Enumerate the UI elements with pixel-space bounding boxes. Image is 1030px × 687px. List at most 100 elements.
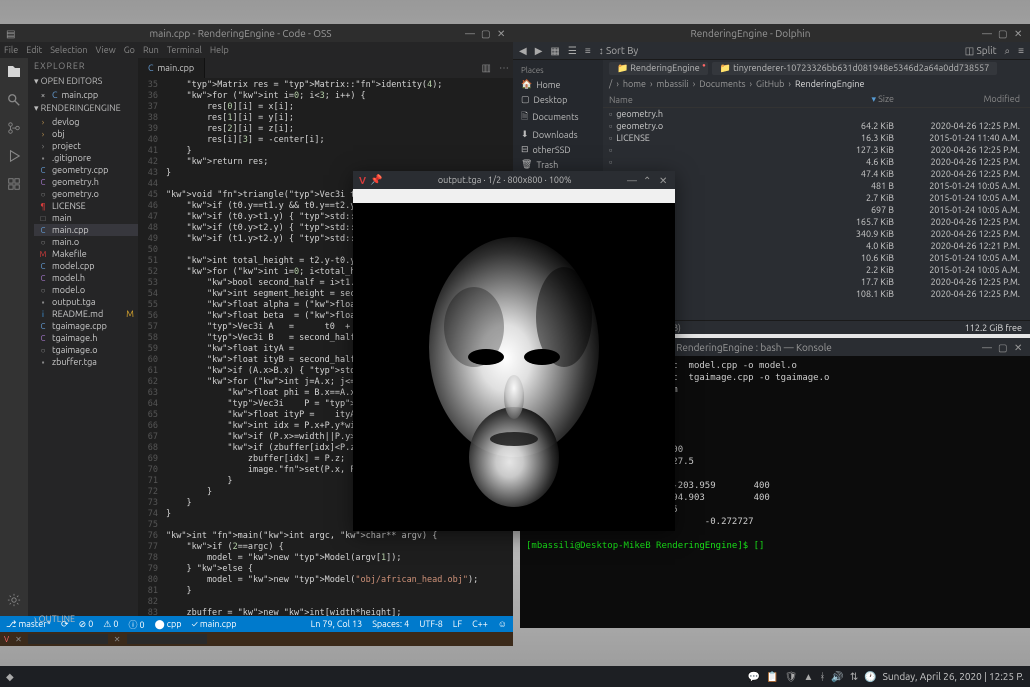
- cursor-position[interactable]: Ln 79, Col 13: [311, 619, 363, 629]
- close-icon[interactable]: ✕: [1014, 342, 1024, 352]
- file-row[interactable]: ▫LICENSE16.3 KiB2015-01-24 11:40 A.M.: [603, 132, 1030, 144]
- tray-up-icon[interactable]: ▲: [803, 671, 813, 683]
- find-input-2[interactable]: [127, 634, 207, 644]
- minimize-icon[interactable]: —: [982, 28, 992, 38]
- maximize-icon[interactable]: ⌃: [643, 175, 653, 185]
- menu-run[interactable]: Run: [143, 45, 159, 55]
- image-viewer-window[interactable]: V 📌 output.tga · 1/2 · 800x800 · 100% — …: [353, 171, 675, 531]
- maximize-icon[interactable]: ▢: [481, 28, 491, 38]
- tree-item[interactable]: ○tgaimage.o: [34, 344, 138, 356]
- crumb-docs[interactable]: Documents: [699, 79, 745, 89]
- tree-item[interactable]: Ctgaimage.cpp: [34, 320, 138, 332]
- encoding[interactable]: UTF-8: [419, 619, 443, 629]
- menu-view[interactable]: View: [96, 45, 116, 55]
- file-row[interactable]: ▫127.3 KiB2020-04-26 12:25 P.M.: [603, 144, 1030, 156]
- tray-shield-icon[interactable]: 🛡: [785, 671, 798, 683]
- find-input-1[interactable]: [28, 634, 108, 644]
- tree-item[interactable]: Cmain.cpp: [34, 224, 138, 236]
- crumb-current[interactable]: RenderingEngine: [795, 79, 865, 89]
- tree-item[interactable]: iREADME.mdM: [34, 308, 138, 320]
- tab-close-icon[interactable]: ●: [702, 62, 706, 69]
- col-size-header[interactable]: ▾ Size: [834, 94, 894, 105]
- tab-main-cpp[interactable]: Cmain.cpp: [138, 58, 205, 78]
- forward-icon[interactable]: ▶: [535, 45, 543, 57]
- tree-item[interactable]: Ctgaimage.h: [34, 332, 138, 344]
- tree-item[interactable]: ▪.gitignore: [34, 152, 138, 164]
- taskbar-clock[interactable]: Sunday, April 26, 2020 | 12:25 P.: [883, 671, 1024, 682]
- place-trash[interactable]: 🗑 Trash: [513, 157, 603, 172]
- place-otherssd[interactable]: ⊟ otherSSD: [513, 142, 603, 157]
- file-row[interactable]: ▫geometry.h: [603, 108, 1030, 120]
- split-icon[interactable]: ◫ Split: [965, 45, 997, 57]
- tree-item[interactable]: ¶LICENSE: [34, 200, 138, 212]
- tray-volume-icon[interactable]: 🔊: [831, 671, 843, 683]
- sort-button[interactable]: ↕ Sort By: [599, 45, 639, 57]
- more-actions-icon[interactable]: ⋯: [495, 62, 513, 74]
- maximize-icon[interactable]: ▢: [998, 342, 1008, 352]
- minimize-icon[interactable]: —: [465, 28, 475, 38]
- tree-item[interactable]: ›obj: [34, 128, 138, 140]
- col-name-header[interactable]: Name: [609, 94, 834, 105]
- col-mod-header[interactable]: Modified: [894, 94, 1024, 105]
- tray-network-icon[interactable]: ⇅: [850, 671, 858, 683]
- extensions-icon[interactable]: [6, 176, 22, 192]
- explorer-icon[interactable]: [6, 64, 22, 80]
- close-icon[interactable]: ✕: [659, 175, 669, 185]
- feedback-icon[interactable]: ☺: [498, 619, 507, 629]
- place-desktop[interactable]: ▢ Desktop: [513, 92, 603, 107]
- split-editor-icon[interactable]: ▥: [478, 62, 495, 74]
- file-row[interactable]: ▫geometry.o64.2 KiB2020-04-26 12:25 P.M.: [603, 120, 1030, 132]
- icons-view-icon[interactable]: ▦: [550, 45, 559, 57]
- iv-titlebar[interactable]: V 📌 output.tga · 1/2 · 800x800 · 100% — …: [353, 171, 675, 189]
- indentation[interactable]: Spaces: 4: [372, 619, 409, 629]
- tree-item[interactable]: □main: [34, 212, 138, 224]
- tree-item[interactable]: MMakefile: [34, 248, 138, 260]
- details-view-icon[interactable]: ≡: [585, 45, 591, 57]
- menu-edit[interactable]: Edit: [26, 45, 42, 55]
- crumb-home[interactable]: home: [623, 79, 646, 89]
- tray-clipboard-icon[interactable]: 📋: [766, 671, 778, 683]
- iv-canvas[interactable]: [353, 203, 675, 531]
- tree-item[interactable]: Cgeometry.cpp: [34, 164, 138, 176]
- lang-badge[interactable]: ⬤ cpp: [155, 619, 182, 630]
- tree-item[interactable]: ›project: [34, 140, 138, 152]
- tree-item[interactable]: Cgeometry.h: [34, 176, 138, 188]
- menu-selection[interactable]: Selection: [50, 45, 87, 55]
- gear-icon[interactable]: [6, 592, 22, 608]
- search-icon[interactable]: ⌕: [1005, 45, 1011, 57]
- menu-help[interactable]: Help: [210, 45, 229, 55]
- outline-section[interactable]: › OUTLINE: [28, 612, 81, 616]
- tree-item[interactable]: ○main.o: [34, 236, 138, 248]
- menu-icon[interactable]: ≡: [1018, 45, 1024, 57]
- crumb-root[interactable]: /: [609, 79, 612, 89]
- tree-item[interactable]: ▪output.tga: [34, 296, 138, 308]
- menu-terminal[interactable]: Terminal: [167, 45, 202, 55]
- close-icon[interactable]: ✕: [1014, 28, 1024, 38]
- close-icon[interactable]: ✕: [497, 28, 507, 38]
- search-icon[interactable]: [6, 92, 22, 108]
- place-home[interactable]: 🏠 Home: [513, 77, 603, 92]
- fm-titlebar[interactable]: RenderingEngine - Dolphin — ▢ ✕: [513, 24, 1030, 42]
- open-editors-section[interactable]: ▾ OPEN EDITORS: [28, 74, 138, 89]
- info-count[interactable]: ⓘ 0: [128, 618, 144, 631]
- tree-item[interactable]: ▪zbuffer.tga: [34, 356, 138, 368]
- fm-tab-1[interactable]: 📁 RenderingEngine ●: [609, 62, 708, 75]
- back-icon[interactable]: ◀: [519, 45, 527, 57]
- project-section[interactable]: ▾ RENDERINGENGINE: [28, 101, 138, 116]
- app-menu-icon[interactable]: ▤: [6, 28, 16, 38]
- menu-go[interactable]: Go: [124, 45, 135, 55]
- tree-item[interactable]: ○model.o: [34, 284, 138, 296]
- place-documents[interactable]: 🗎 Documents: [513, 107, 603, 127]
- menu-file[interactable]: File: [4, 45, 18, 55]
- scm-icon[interactable]: [6, 120, 22, 136]
- minimize-icon[interactable]: —: [982, 342, 992, 352]
- open-editor-item[interactable]: ×Cmain.cpp: [34, 89, 138, 101]
- tray-clock-icon[interactable]: 🕐: [864, 671, 876, 683]
- crumb-github[interactable]: GitHub: [756, 79, 784, 89]
- tree-item[interactable]: Cmodel.cpp: [34, 260, 138, 272]
- iv-pin-icon[interactable]: 📌: [370, 174, 382, 186]
- debug-icon[interactable]: [6, 148, 22, 164]
- eol[interactable]: LF: [453, 619, 462, 629]
- tree-item[interactable]: Cmodel.h: [34, 272, 138, 284]
- tray-bluetooth-icon[interactable]: ᚼ: [819, 671, 825, 682]
